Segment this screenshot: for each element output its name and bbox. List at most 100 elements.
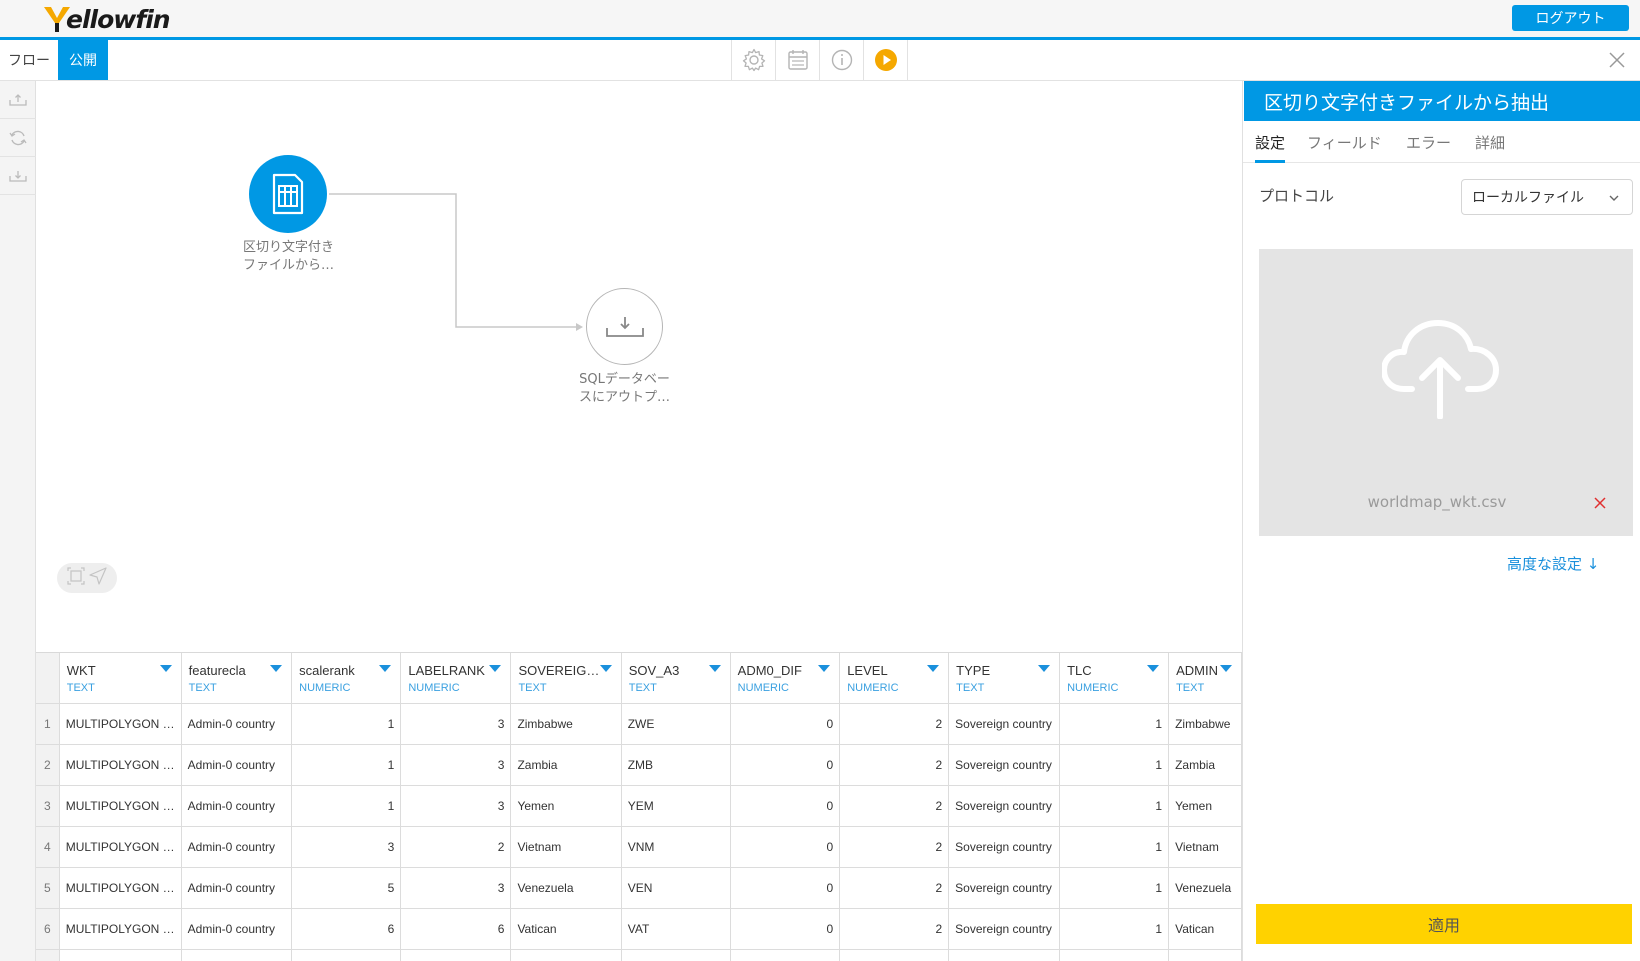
table-cell[interactable]: Sovereign country xyxy=(948,908,1061,950)
column-menu-icon[interactable] xyxy=(270,665,283,672)
table-cell[interactable]: VEN xyxy=(621,867,731,909)
table-cell[interactable]: 3 xyxy=(400,867,512,909)
table-cell[interactable]: ZMB xyxy=(621,744,731,786)
table-cell[interactable]: MULTIPOLYGON … xyxy=(59,908,182,950)
column-menu-icon[interactable] xyxy=(1147,665,1160,672)
table-cell[interactable]: MULTIPOLYGON … xyxy=(59,785,182,827)
table-cell[interactable]: 1 xyxy=(1059,826,1170,868)
column-header[interactable]: SOV_A3 TEXT xyxy=(621,653,731,704)
table-cell[interactable] xyxy=(1059,949,1170,961)
table-cell[interactable]: 1 xyxy=(1059,867,1170,909)
table-cell[interactable]: ZWE xyxy=(621,703,731,745)
table-cell[interactable]: 1 xyxy=(291,703,402,745)
column-header[interactable]: ADM0_DIF NUMERIC xyxy=(730,653,841,704)
table-cell[interactable]: Sovereign country xyxy=(948,703,1061,745)
table-cell[interactable]: MULTIPOLYGON … xyxy=(59,867,182,909)
column-header[interactable]: LABELRANK NUMERIC xyxy=(400,653,512,704)
column-header[interactable]: ADMIN TEXT xyxy=(1168,653,1242,704)
table-row[interactable]: 1 MULTIPOLYGON … Admin-0 country 1 3 Zimbabwe… xyxy=(36,703,1242,745)
table-cell[interactable]: Admin-0 country xyxy=(181,826,293,868)
settings-button[interactable] xyxy=(732,40,776,80)
tab-settings[interactable]: 設定 xyxy=(1255,121,1286,163)
remove-file-icon[interactable] xyxy=(1592,495,1608,511)
sql-output-node[interactable] xyxy=(586,288,663,365)
table-cell[interactable]: Yemen xyxy=(510,785,622,827)
navigate-button[interactable] xyxy=(89,567,107,589)
tab-fields[interactable]: フィールド xyxy=(1307,121,1382,163)
table-cell[interactable]: 1 xyxy=(1059,785,1170,827)
table-cell[interactable]: Venezuela xyxy=(510,867,622,909)
table-cell[interactable] xyxy=(291,949,402,961)
table-cell[interactable]: Sovereign country xyxy=(948,785,1061,827)
table-cell[interactable] xyxy=(1168,949,1242,961)
column-menu-icon[interactable] xyxy=(599,665,612,672)
table-cell[interactable]: Vietnam xyxy=(1168,826,1242,868)
column-header[interactable]: featurecla TEXT xyxy=(181,653,293,704)
table-cell[interactable]: 3 xyxy=(400,744,512,786)
rail-output-button[interactable] xyxy=(0,157,36,195)
table-row[interactable]: 5 MULTIPOLYGON … Admin-0 country 5 3 Venezuel… xyxy=(36,867,1242,909)
column-menu-icon[interactable] xyxy=(489,665,502,672)
table-row[interactable]: 3 MULTIPOLYGON … Admin-0 country 1 3 Yemen YEM… xyxy=(36,785,1242,827)
table-cell[interactable]: 0 xyxy=(730,703,841,745)
table-cell[interactable]: Venezuela xyxy=(1168,867,1242,909)
table-cell[interactable]: 0 xyxy=(730,908,841,950)
table-cell[interactable]: VNM xyxy=(621,826,731,868)
table-cell[interactable]: Sovereign country xyxy=(948,744,1061,786)
run-button[interactable] xyxy=(864,40,908,80)
table-cell[interactable]: VAT xyxy=(621,908,731,950)
table-cell[interactable] xyxy=(59,949,182,961)
table-cell[interactable]: Vietnam xyxy=(510,826,622,868)
table-cell[interactable]: Zimbabwe xyxy=(510,703,622,745)
table-cell[interactable]: 1 xyxy=(291,744,402,786)
table-cell[interactable]: MULTIPOLYGON … xyxy=(59,826,182,868)
table-cell[interactable]: 0 xyxy=(730,826,841,868)
table-row[interactable]: 6 MULTIPOLYGON … Admin-0 country 6 6 Vatican V… xyxy=(36,908,1242,950)
column-header[interactable]: TLC NUMERIC xyxy=(1059,653,1170,704)
table-cell[interactable]: Zambia xyxy=(510,744,622,786)
table-cell[interactable]: 0 xyxy=(730,785,841,827)
close-button[interactable] xyxy=(1605,48,1629,72)
table-cell[interactable]: 1 xyxy=(1059,744,1170,786)
table-cell[interactable]: Admin-0 country xyxy=(181,867,293,909)
table-cell[interactable]: Zimbabwe xyxy=(1168,703,1242,745)
tab-flow[interactable]: フロー xyxy=(0,40,58,80)
column-header[interactable]: scalerank NUMERIC xyxy=(291,653,402,704)
table-cell[interactable]: Sovereign country xyxy=(948,867,1061,909)
column-menu-icon[interactable] xyxy=(708,665,721,672)
table-cell[interactable] xyxy=(510,949,622,961)
table-cell[interactable]: Admin-0 country xyxy=(181,744,293,786)
table-row[interactable]: 4 MULTIPOLYGON … Admin-0 country 3 2 Vietnam V… xyxy=(36,826,1242,868)
table-cell[interactable]: 2 xyxy=(839,867,950,909)
table-cell[interactable]: 2 xyxy=(839,908,950,950)
column-menu-icon[interactable] xyxy=(379,665,392,672)
table-cell[interactable]: 3 xyxy=(400,785,512,827)
table-cell[interactable]: 2 xyxy=(839,826,950,868)
table-row[interactable] xyxy=(36,949,1242,961)
info-button[interactable] xyxy=(820,40,864,80)
table-cell[interactable]: Vatican xyxy=(1168,908,1242,950)
column-menu-icon[interactable] xyxy=(1220,665,1232,672)
column-menu-icon[interactable] xyxy=(818,665,831,672)
table-cell[interactable]: Admin-0 country xyxy=(181,703,293,745)
column-header[interactable]: SOVEREIG… TEXT xyxy=(510,653,622,704)
tab-publish[interactable]: 公開 xyxy=(58,40,108,80)
column-menu-icon[interactable] xyxy=(1038,665,1051,672)
extract-file-node[interactable] xyxy=(249,155,327,233)
advanced-settings-link[interactable]: 高度な設定 ↓ xyxy=(1507,553,1599,574)
table-cell[interactable]: 5 xyxy=(291,867,402,909)
table-cell[interactable]: Zambia xyxy=(1168,744,1242,786)
protocol-select[interactable]: ローカルファイル xyxy=(1461,179,1633,215)
table-cell[interactable]: 2 xyxy=(839,703,950,745)
table-cell[interactable]: MULTIPOLYGON … xyxy=(59,703,182,745)
column-menu-icon[interactable] xyxy=(927,665,940,672)
table-cell[interactable]: 0 xyxy=(730,744,841,786)
table-cell[interactable]: 6 xyxy=(400,908,512,950)
table-cell[interactable] xyxy=(839,949,950,961)
table-cell[interactable] xyxy=(621,949,731,961)
table-cell[interactable]: Vatican xyxy=(510,908,622,950)
rail-transform-button[interactable] xyxy=(0,119,36,157)
table-cell[interactable]: 6 xyxy=(291,908,402,950)
table-cell[interactable]: 1 xyxy=(1059,908,1170,950)
table-cell[interactable]: 2 xyxy=(400,826,512,868)
